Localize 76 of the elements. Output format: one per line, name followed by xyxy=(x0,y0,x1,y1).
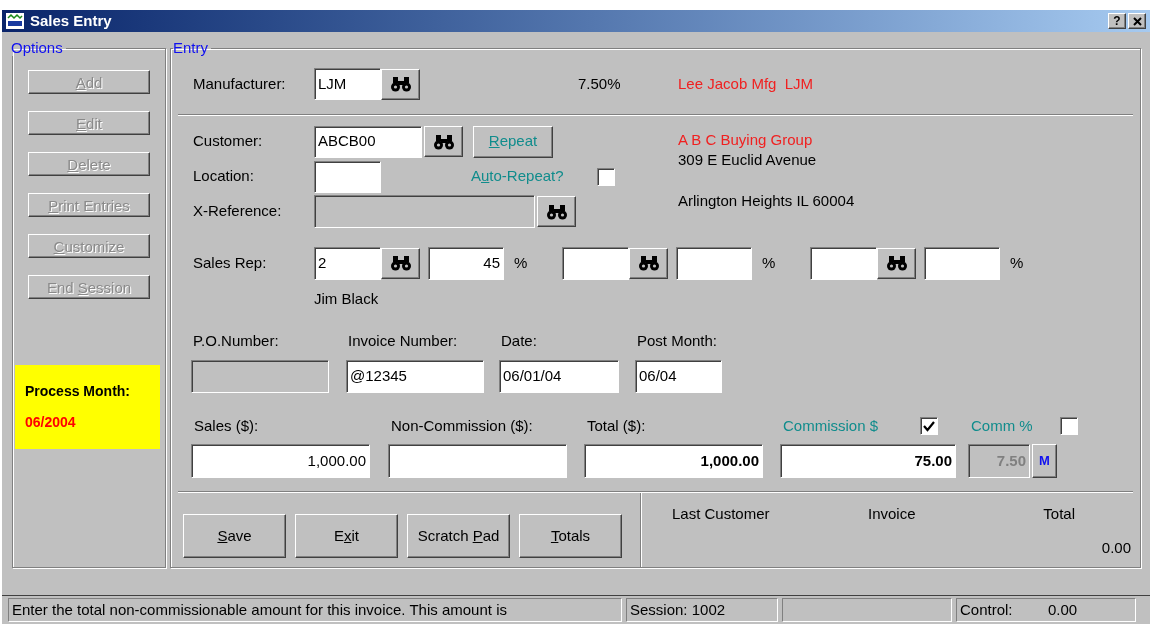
rep-name: Jim Black xyxy=(314,289,380,309)
column-header: Last Customer xyxy=(672,504,771,524)
binoculars-icon xyxy=(885,255,908,271)
lookup-button[interactable] xyxy=(537,196,576,227)
binoculars-icon xyxy=(637,255,660,271)
total-value: 0.00 xyxy=(1101,537,1131,558)
auto-repeat-label: Auto-Repeat? xyxy=(471,166,565,187)
binoculars-icon xyxy=(389,76,412,92)
input-field[interactable]: 2 xyxy=(314,246,381,280)
lookup-button[interactable] xyxy=(381,68,420,100)
input-field[interactable]: 75.00 xyxy=(780,444,956,478)
field-label: Invoice Number: xyxy=(347,330,459,351)
input-field[interactable] xyxy=(388,444,567,478)
control-label: Control: xyxy=(960,599,1014,620)
binoculars-icon xyxy=(389,255,412,271)
address-line: 309 E Euclid Avenue xyxy=(678,150,818,170)
checkbox[interactable] xyxy=(597,167,615,186)
close-icon xyxy=(1132,16,1142,26)
checkmark-icon xyxy=(923,420,935,432)
column-header: Total xyxy=(1042,504,1075,524)
field-label: Total ($): xyxy=(587,415,646,436)
field-label: Date: xyxy=(500,330,538,351)
lookup-button[interactable] xyxy=(381,247,420,279)
input-field[interactable] xyxy=(676,246,752,280)
input-field[interactable] xyxy=(562,246,629,280)
binoculars-icon xyxy=(545,203,568,220)
lookup-button[interactable] xyxy=(877,247,916,279)
lookup-button[interactable] xyxy=(629,247,668,279)
input-field[interactable]: 1,000.00 xyxy=(584,444,763,478)
close-button[interactable] xyxy=(1128,13,1146,29)
field-label: X-Reference: xyxy=(193,201,283,222)
field-label: Sales Rep: xyxy=(193,252,268,273)
group-label: Options xyxy=(11,40,64,56)
status-message: Enter the total non-commissionable amount for this invoice. This amount is xyxy=(8,598,622,622)
input-field[interactable]: ABCB00 xyxy=(314,125,422,158)
field-label: Manufacturer: xyxy=(193,73,287,94)
input-field[interactable]: 45 xyxy=(428,246,504,280)
field-label: Comm % xyxy=(971,415,1034,436)
field-label: Non-Commission ($): xyxy=(391,415,533,436)
column-header: Invoice xyxy=(868,504,917,524)
field-label: P.O.Number: xyxy=(192,330,280,351)
action-button[interactable]: Totals xyxy=(519,514,622,558)
action-button[interactable]: Save xyxy=(183,514,286,558)
process-month-value: 06/2004 xyxy=(25,413,77,432)
process-month-label: Process Month: xyxy=(25,382,131,401)
manufacturer-name: Lee Jacob Mfg LJM xyxy=(678,73,814,94)
customer-name: A B C Buying Group xyxy=(678,130,814,150)
percent-sign: % xyxy=(1009,252,1024,273)
field-label: Location: xyxy=(193,166,255,187)
input-field[interactable]: @12345 xyxy=(346,360,484,393)
address-line: Arlington Heights IL 60004 xyxy=(678,191,855,211)
percent-sign: % xyxy=(761,252,777,273)
status-session: Session: 1002 xyxy=(626,598,778,622)
binoculars-icon xyxy=(432,133,455,150)
input-field[interactable] xyxy=(810,246,877,280)
percent-sign: % xyxy=(513,252,529,273)
window-title: Sales Entry xyxy=(30,10,112,31)
input-field[interactable]: 06/01/04 xyxy=(499,360,619,393)
field-label: Post Month: xyxy=(636,330,719,351)
action-button[interactable]: Exit xyxy=(295,514,398,558)
field-label: Sales ($): xyxy=(194,415,259,436)
field-label: Commission $ xyxy=(783,415,880,436)
app-icon xyxy=(6,13,24,29)
input-field[interactable]: 06/04 xyxy=(635,360,722,393)
group-label: Entry xyxy=(173,40,209,56)
field-label: Customer: xyxy=(193,131,264,152)
control-value: 0.00 xyxy=(1048,599,1078,620)
rate-text: 7.50% xyxy=(578,73,622,94)
input-field[interactable] xyxy=(314,160,381,193)
lookup-button[interactable] xyxy=(424,126,463,157)
input-field[interactable]: LJM xyxy=(314,68,381,100)
help-button[interactable]: ? xyxy=(1108,13,1126,29)
input-field[interactable]: 1,000.00 xyxy=(191,444,370,478)
action-button[interactable]: Scratch Pad xyxy=(407,514,510,558)
checkbox[interactable] xyxy=(920,417,938,435)
input-field[interactable] xyxy=(924,246,1000,280)
